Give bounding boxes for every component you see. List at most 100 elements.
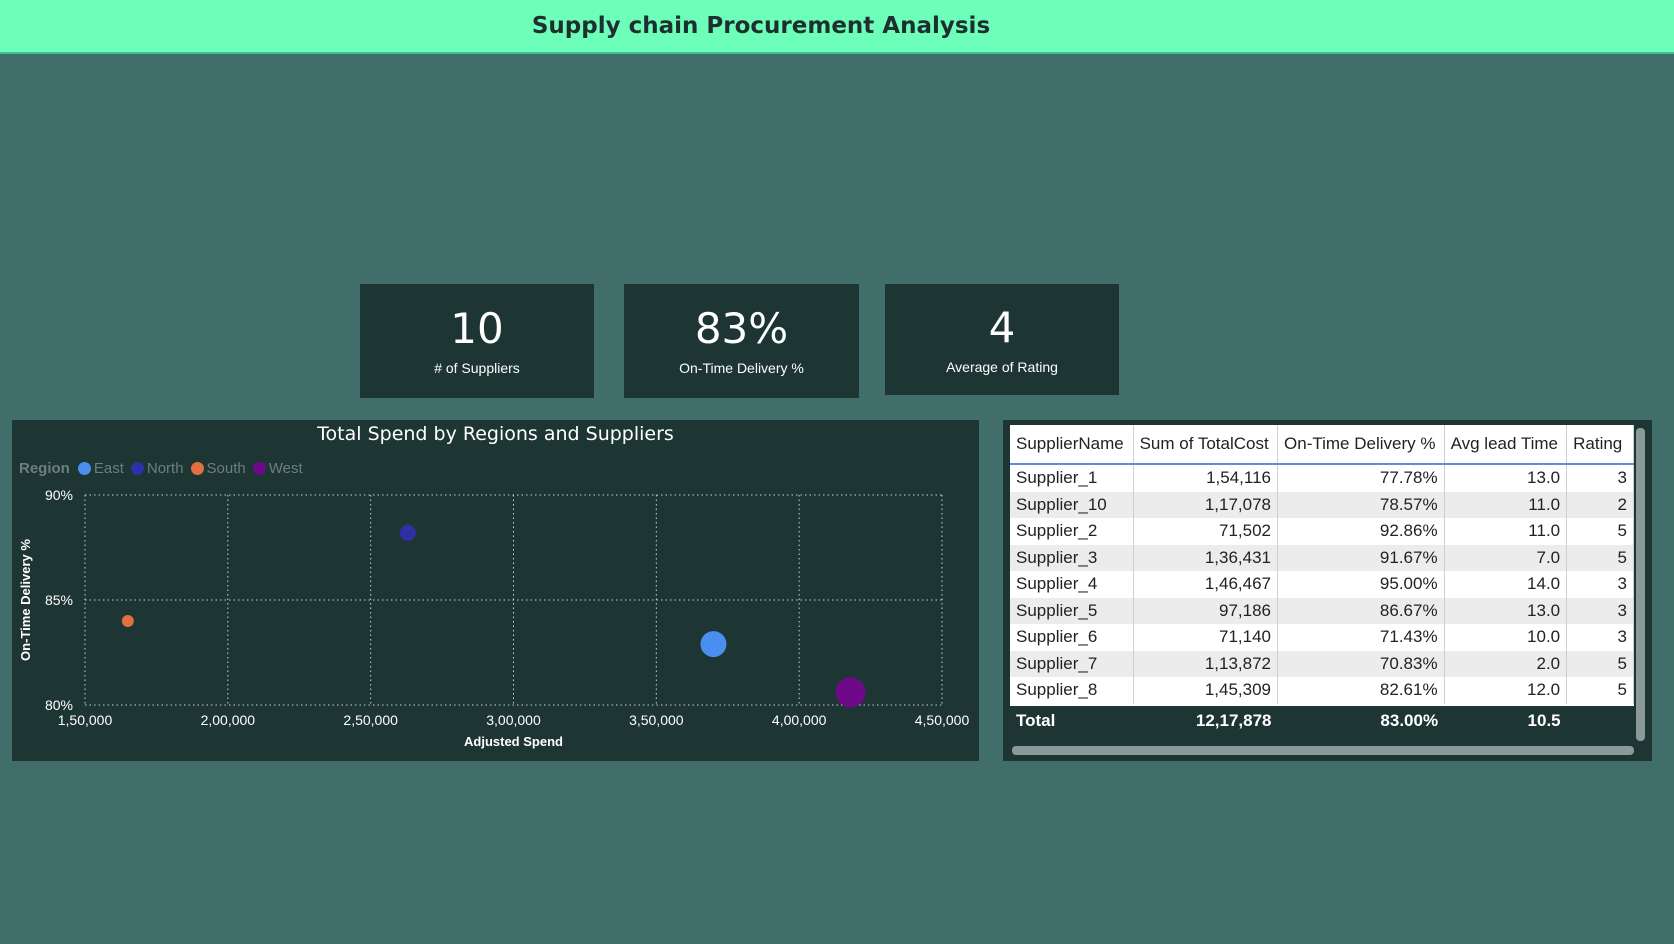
legend-marker [252, 462, 266, 475]
table-viewport[interactable]: SupplierName Sum of TotalCost On-Time Deli… [1010, 425, 1634, 753]
table-row[interactable]: Supplier_4 1,46,467 95.00% 14.0 3 [1010, 571, 1634, 598]
table-cell: 70.83% [1277, 650, 1445, 677]
table-cell: 1,36,431 [1133, 544, 1279, 571]
table-cell: 1,17,078 [1133, 491, 1279, 518]
table-row[interactable]: Supplier_10 1,17,078 78.57% 11.0 2 [1010, 491, 1634, 518]
table-cell: 14.0 [1444, 571, 1568, 598]
table-cell: 3 [1566, 624, 1634, 651]
table-cell: 5 [1566, 650, 1634, 677]
table-cell: 2.0 [1444, 650, 1568, 677]
legend-label: South [206, 460, 246, 477]
kpi-card-on-time-delivery[interactable]: 83% On-Time Delivery % [624, 284, 859, 398]
data-point[interactable] [399, 524, 416, 541]
report-header: Supply chain Procurement Analysis [0, 0, 1674, 54]
table-cell: Supplier_10 [1010, 491, 1134, 518]
kpi-value: 83% [694, 304, 789, 353]
y-tick-label: 85% [45, 592, 73, 608]
table-row[interactable]: Supplier_2 71,502 92.86% 11.0 5 [1010, 518, 1634, 545]
table-cell: 1,54,116 [1133, 464, 1279, 492]
table-cell: 2 [1566, 491, 1634, 518]
table-cell: 5 [1566, 677, 1634, 705]
table-cell: 11.0 [1444, 491, 1568, 518]
scatter-chart-panel[interactable]: 1,50,000 2,00,000 2,50,000 3,00,000 3,50,000… [12, 420, 979, 761]
kpi-value: 10 [450, 304, 504, 353]
table-cell: 11.0 [1444, 518, 1568, 545]
column-header[interactable]: On-Time Delivery % [1277, 425, 1445, 465]
kpi-card-average-rating[interactable]: 4 Average of Rating [885, 284, 1119, 395]
kpi-label: Average of Rating [946, 358, 1058, 375]
legend-marker [77, 462, 91, 475]
column-header[interactable]: Rating [1566, 425, 1634, 465]
y-axis-title: On-Time Delivery % [18, 539, 33, 661]
kpi-card-suppliers[interactable]: 10 # of Suppliers [360, 284, 594, 398]
table-cell: 3 [1566, 464, 1634, 492]
y-tick-label: 90% [45, 487, 73, 503]
legend-label: West [268, 460, 303, 477]
legend-title: Region [19, 460, 70, 477]
kpi-label: On-Time Delivery % [679, 360, 804, 376]
table-row[interactable]: Supplier_7 1,13,872 70.83% 2.0 5 [1010, 650, 1634, 677]
supplier-table-panel: SupplierName Sum of TotalCost On-Time Deli… [1003, 420, 1652, 761]
total-cell: 10.5 [1444, 703, 1567, 736]
legend-item[interactable]: North [130, 460, 184, 477]
table-row[interactable]: Supplier_3 1,36,431 91.67% 7.0 5 [1010, 544, 1634, 571]
table-cell: 3 [1566, 597, 1634, 624]
column-header[interactable]: Avg lead Time [1444, 425, 1568, 465]
table-total-row: Total 12,17,878 83.00% 10.5 [1010, 703, 1634, 736]
data-point[interactable] [835, 677, 866, 708]
table-cell: Supplier_8 [1010, 677, 1134, 705]
legend-item[interactable]: South [190, 460, 246, 477]
table-cell: 92.86% [1277, 518, 1445, 545]
chart-legend: Region East North South West [19, 460, 310, 477]
legend-item[interactable]: West [252, 460, 303, 477]
supplier-table: SupplierName Sum of TotalCost On-Time Deli… [1010, 425, 1634, 736]
data-point[interactable] [700, 631, 727, 658]
table-cell: 91.67% [1277, 544, 1445, 571]
legend-item[interactable]: East [77, 460, 124, 477]
table-cell: 71.43% [1277, 624, 1445, 651]
legend-label: East [93, 460, 124, 477]
data-point[interactable] [121, 615, 134, 627]
table-cell: 71,502 [1133, 518, 1279, 545]
table-cell: Supplier_3 [1010, 544, 1134, 571]
horizontal-scrollbar[interactable] [1012, 746, 1634, 755]
table-cell: 1,45,309 [1133, 677, 1279, 705]
table-row[interactable]: Supplier_1 1,54,116 77.78% 13.0 3 [1010, 464, 1634, 492]
table-cell: 3 [1566, 571, 1634, 598]
table-cell: Supplier_2 [1010, 518, 1134, 545]
x-tick-label: 1,50,000 [58, 712, 113, 728]
x-axis-title: Adjusted Spend [464, 734, 563, 749]
table-cell: 1,46,467 [1133, 571, 1279, 598]
chart-title: Total Spend by Regions and Suppliers [317, 423, 674, 445]
legend-label: North [146, 460, 184, 477]
table-cell: Supplier_4 [1010, 571, 1134, 598]
table-cell: 13.0 [1444, 464, 1568, 492]
kpi-label: # of Suppliers [434, 360, 520, 376]
table-cell: 13.0 [1444, 597, 1568, 624]
x-tick-label: 3,50,000 [629, 712, 684, 728]
table-cell: 7.0 [1444, 544, 1568, 571]
total-cell: 12,17,878 [1133, 703, 1278, 736]
table-cell: Supplier_7 [1010, 650, 1134, 677]
total-cell [1566, 703, 1634, 736]
table-cell: Supplier_1 [1010, 464, 1134, 492]
table-cell: 71,140 [1133, 624, 1279, 651]
page-title: Supply chain Procurement Analysis [531, 13, 991, 39]
table-row[interactable]: Supplier_6 71,140 71.43% 10.0 3 [1010, 624, 1634, 651]
x-tick-label: 3,00,000 [486, 712, 541, 728]
table-row[interactable]: Supplier_5 97,186 86.67% 13.0 3 [1010, 597, 1634, 624]
x-tick-label: 4,00,000 [772, 712, 827, 728]
column-header[interactable]: SupplierName [1010, 425, 1134, 465]
table-header-row: SupplierName Sum of TotalCost On-Time Deli… [1010, 425, 1634, 465]
table-cell: Supplier_6 [1010, 624, 1134, 651]
y-tick-label: 80% [45, 697, 73, 713]
total-cell: Total [1010, 703, 1134, 736]
table-cell: Supplier_5 [1010, 597, 1134, 624]
total-cell: 83.00% [1277, 703, 1445, 736]
table-cell: 5 [1566, 518, 1634, 545]
column-header[interactable]: Sum of TotalCost [1133, 425, 1279, 465]
vertical-scrollbar[interactable] [1636, 428, 1645, 741]
table-row[interactable]: Supplier_8 1,45,309 82.61% 12.0 5 [1010, 677, 1634, 705]
table-cell: 86.67% [1277, 597, 1445, 624]
table-cell: 5 [1566, 544, 1634, 571]
